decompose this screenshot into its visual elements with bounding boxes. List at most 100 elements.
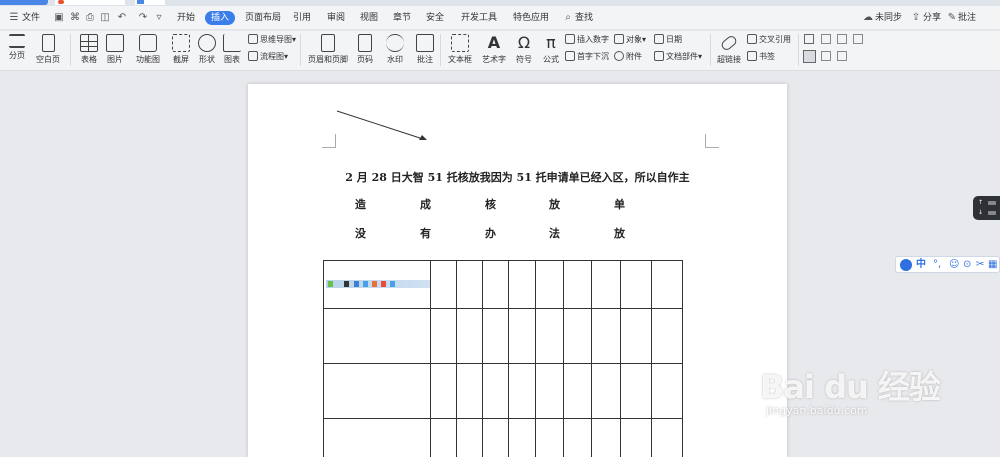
table-cell[interactable] [651, 418, 683, 457]
table-cell[interactable] [651, 260, 683, 309]
share-button[interactable]: 分享 [923, 11, 941, 25]
wordart-button[interactable]: A 艺术字 [480, 34, 508, 65]
textbox-button[interactable]: 文本框 [443, 34, 477, 65]
table-cell[interactable] [591, 308, 621, 364]
arrow-line-shape[interactable] [333, 106, 433, 146]
tab-view[interactable]: 视图 [360, 11, 378, 25]
screenshot-button[interactable]: 截屏 [170, 34, 192, 65]
document-table[interactable] [323, 260, 683, 457]
format-painter-icon[interactable]: ⌘ [69, 12, 81, 24]
comment-button[interactable]: 批注 [414, 34, 436, 65]
table-cell[interactable] [563, 418, 592, 457]
page-break-button[interactable]: 分页 [6, 34, 28, 61]
table-cell[interactable] [430, 418, 457, 457]
table-cell[interactable] [535, 363, 564, 419]
ime-toolbar[interactable]: 中 °, ☺ ⊙ ✂ ▦ [895, 256, 1000, 273]
ime-lang-toggle[interactable]: 中 [916, 258, 926, 272]
tab-review[interactable]: 审阅 [327, 11, 345, 25]
table-cell[interactable] [651, 308, 683, 364]
table-cell[interactable] [651, 363, 683, 419]
hyperlink-button[interactable]: 超链接 [715, 34, 743, 65]
table-cell[interactable] [620, 260, 652, 309]
tab-security[interactable]: 安全 [426, 11, 444, 25]
formula-button[interactable]: π 公式 [540, 34, 562, 65]
customize-icon[interactable]: ▿ [153, 12, 165, 24]
table-button[interactable]: 表格 [78, 34, 100, 65]
ime-logo-icon[interactable] [900, 259, 912, 271]
table-cell[interactable] [323, 363, 431, 419]
table-cell[interactable] [430, 308, 457, 364]
table-cell[interactable] [508, 308, 536, 364]
tab-page-layout[interactable]: 页面布局 [245, 11, 281, 25]
table-cell[interactable] [563, 260, 592, 309]
tab-chapter[interactable]: 章节 [393, 11, 411, 25]
table-cell[interactable] [591, 363, 621, 419]
view-mode-icon[interactable] [821, 34, 831, 44]
table-cell[interactable] [323, 308, 431, 364]
document-heading[interactable]: 2 月 28 日大智 51 托核放我因为 51 托申请单已经入区，所以自作主 [248, 169, 787, 185]
save-icon[interactable]: ▣ [53, 12, 65, 24]
table-cell[interactable] [456, 363, 483, 419]
cross-ref-button[interactable]: 交叉引用 [747, 34, 791, 45]
function-chart-button[interactable]: 功能图 [132, 34, 164, 65]
bookmark-button[interactable]: 书签 [747, 51, 775, 62]
drop-cap-button[interactable]: 首字下沉 [565, 51, 609, 62]
view-mode-icon[interactable] [804, 34, 814, 44]
table-cell[interactable] [563, 363, 592, 419]
table-cell[interactable] [482, 308, 509, 364]
view-mode-icon[interactable] [837, 34, 847, 44]
shape-button[interactable]: 形状 [196, 34, 218, 65]
home-tab[interactable] [0, 0, 48, 5]
table-cell[interactable] [591, 418, 621, 457]
layout-mode-icon[interactable] [803, 50, 816, 63]
table-cell[interactable] [456, 308, 483, 364]
table-cell[interactable] [456, 418, 483, 457]
table-cell[interactable] [535, 418, 564, 457]
tab-reference[interactable]: 引用 [293, 11, 311, 25]
table-cell[interactable] [482, 418, 509, 457]
keyboard-icon[interactable]: ▦ [988, 258, 997, 272]
tab-start[interactable]: 开始 [177, 11, 195, 25]
file-menu[interactable]: 文件 [22, 11, 40, 25]
tab-developer[interactable]: 开发工具 [461, 11, 497, 25]
blank-page-button[interactable]: 空白页 [35, 34, 61, 65]
layout-mode-icon[interactable] [821, 51, 831, 61]
mindmap-button[interactable]: 思维导图▾ [248, 34, 296, 45]
table-cell[interactable] [482, 363, 509, 419]
picture-button[interactable]: 图片 [104, 34, 126, 65]
hamburger-icon[interactable]: ☰ [8, 12, 20, 24]
network-speed-widget[interactable]: ↑ ↓ [973, 196, 1000, 220]
table-cell[interactable] [620, 418, 652, 457]
emoji-icon[interactable]: ☺ [949, 258, 959, 272]
table-cell[interactable] [508, 363, 536, 419]
table-cell[interactable] [482, 260, 509, 309]
table-cell[interactable] [323, 418, 431, 457]
table-cell[interactable] [430, 363, 457, 419]
date-button[interactable]: 日期 [654, 34, 682, 45]
search-icon[interactable]: ⌕ [562, 12, 574, 24]
search-button[interactable]: 查找 [575, 11, 593, 25]
undo-icon[interactable]: ↶ [116, 12, 128, 24]
redo-icon[interactable]: ↷ [137, 12, 149, 24]
table-cell[interactable] [535, 308, 564, 364]
print-icon[interactable]: ⎙ [84, 12, 96, 24]
layout-mode-icon[interactable] [837, 51, 847, 61]
voice-icon[interactable]: ⊙ [963, 258, 971, 272]
table-cell[interactable] [620, 363, 652, 419]
table-cell[interactable] [456, 260, 483, 309]
chart-button[interactable]: 图表 [222, 34, 242, 65]
flowchart-button[interactable]: 流程图▾ [248, 51, 288, 62]
header-footer-button[interactable]: 页眉和页脚 [306, 34, 350, 65]
tools-icon[interactable]: ✂ [976, 258, 984, 272]
document-tab-1[interactable] [55, 0, 125, 5]
watermark-button[interactable]: 水印 [381, 34, 409, 65]
document-page[interactable]: 2 月 28 日大智 51 托核放我因为 51 托申请单已经入区，所以自作主 造… [248, 84, 787, 457]
table-cell[interactable] [563, 308, 592, 364]
table-cell[interactable] [591, 260, 621, 309]
sync-status[interactable]: 未同步 [875, 11, 902, 25]
annotate-button[interactable]: 批注 [958, 11, 976, 25]
table-cell[interactable] [508, 260, 536, 309]
table-cell[interactable] [323, 260, 431, 309]
table-cell[interactable] [508, 418, 536, 457]
attachment-button[interactable]: 附件 [614, 51, 642, 62]
